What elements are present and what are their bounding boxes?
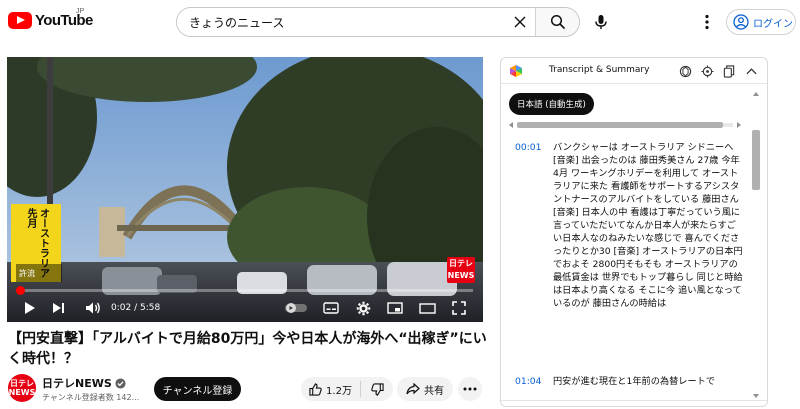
microphone-icon [595, 15, 607, 29]
copy-icon [723, 64, 735, 78]
language-chip[interactable]: 日本語 (自動生成) [509, 93, 594, 115]
fullscreen-icon [452, 301, 466, 315]
skip-next-icon [52, 303, 64, 313]
search-button[interactable] [535, 8, 579, 36]
scroll-right-arrow-icon[interactable] [735, 121, 743, 129]
login-label: ログイン [753, 18, 793, 30]
channel-name: 日テレNEWS [42, 377, 112, 390]
search-box [176, 7, 580, 37]
youtube-play-icon [8, 12, 32, 29]
scroll-down-arrow-icon[interactable] [752, 392, 760, 400]
channel-row: 日テレ NEWS 日テレNEWS チャンネル登録者数 142... チャンネル登… [8, 372, 488, 406]
volume-icon [86, 302, 100, 314]
time-display: 0:02 / 5:58 [111, 303, 161, 313]
vertical-scrollbar[interactable] [751, 90, 761, 404]
scroll-up-arrow-icon[interactable] [752, 90, 760, 98]
mute-button[interactable] [83, 299, 103, 317]
video-frame [7, 57, 483, 322]
search-icon [550, 14, 565, 30]
avatar-line2: NEWS [8, 388, 36, 397]
thumbs-down-icon [370, 382, 384, 396]
player-controls: 0:02 / 5:58 [7, 296, 483, 320]
verified-badge-icon [115, 377, 126, 389]
login-button[interactable]: ログイン [726, 9, 796, 35]
ntv-news-badge: 日テレ NEWS [447, 257, 475, 283]
more-actions-button[interactable] [458, 377, 482, 401]
collapse-button[interactable] [743, 63, 759, 79]
like-button[interactable]: 1.2万 [301, 381, 361, 397]
video-title: 【円安直撃】「アルバイトで月給80万円」今や日本人が海外へ“出稼ぎ”にいく時代！… [8, 331, 487, 367]
crosshair-icon [700, 64, 714, 78]
miniplayer-icon [387, 302, 403, 314]
account-icon [733, 14, 749, 30]
subtitles-icon [323, 302, 339, 314]
chatgpt-button[interactable] [677, 63, 693, 79]
theater-icon [418, 302, 436, 314]
scroll-left-arrow-icon[interactable] [507, 121, 515, 129]
openai-icon [679, 65, 691, 77]
miniplayer-button[interactable] [385, 299, 405, 317]
extension-logo-icon [510, 65, 522, 77]
target-button[interactable] [699, 63, 715, 79]
subscribe-button[interactable]: チャンネル登録 [154, 377, 241, 401]
share-button[interactable]: 共有 [397, 377, 453, 401]
more-vert-icon [705, 14, 709, 30]
channel-name-link[interactable]: 日テレNEWS [42, 375, 126, 391]
vertical-scroll-thumb[interactable] [752, 130, 760, 190]
subscriber-count: チャンネル登録者数 142... [42, 393, 140, 402]
logo-region: JP [76, 8, 85, 15]
like-count: 1.2万 [326, 385, 352, 397]
fullscreen-button[interactable] [449, 299, 469, 317]
play-button[interactable] [21, 299, 39, 317]
masthead: YouTube JP ログイン [0, 0, 800, 44]
panel-footer [501, 400, 767, 406]
gear-icon [356, 301, 370, 315]
autoplay-toggle[interactable] [283, 299, 309, 317]
more-horiz-icon [463, 387, 477, 391]
horizontal-scroll-thumb[interactable] [517, 122, 723, 128]
badge-line1: 日テレ [449, 259, 473, 268]
chevron-up-icon [745, 67, 757, 74]
segment-text: バンクシャーは オーストラリア シドニーへ [音楽] 出会ったのは 藤田秀美さん… [553, 142, 743, 309]
video-player[interactable]: オーストラリア 先月 許流 日テレ NEWS 0:02 / 5:58 [7, 57, 483, 322]
play-icon [25, 302, 35, 314]
voice-search-button[interactable] [589, 10, 613, 34]
caption-small: 許流 [16, 264, 62, 282]
channel-avatar[interactable]: 日テレ NEWS [8, 374, 36, 402]
share-icon [406, 383, 420, 395]
settings-button[interactable] [353, 299, 373, 317]
badge-line2: NEWS [447, 271, 475, 280]
settings-menu-button[interactable] [697, 10, 717, 34]
copy-button[interactable] [721, 63, 737, 79]
dislike-button[interactable] [361, 382, 393, 396]
theater-mode-button[interactable] [417, 299, 437, 317]
next-button[interactable] [49, 299, 67, 317]
progress-bar[interactable] [16, 286, 473, 295]
thumbs-up-icon [309, 382, 322, 396]
segment-timestamp-link[interactable]: 00:01 [515, 141, 541, 154]
panel-header: Transcript & Summary [501, 58, 767, 84]
share-label: 共有 [424, 385, 444, 397]
scrubber-handle[interactable] [16, 286, 25, 295]
segment-timestamp-link[interactable]: 01:04 [515, 375, 541, 388]
horizontal-scrollbar[interactable] [507, 121, 743, 129]
autoplay-toggle-icon [285, 303, 307, 313]
clear-search-icon[interactable] [505, 8, 535, 36]
search-input[interactable] [177, 8, 505, 36]
transcript-panel: Transcript & Summary 日本語 (自動生成) 00:01 バン… [500, 57, 768, 407]
segment-text: 円安が進む現在と1年前の為替レートで [553, 376, 716, 387]
panel-title: Transcript & Summary [549, 65, 650, 75]
avatar-line1: 日テレ [10, 379, 34, 388]
subtitles-button[interactable] [321, 299, 341, 317]
like-dislike-group: 1.2万 [301, 377, 393, 401]
